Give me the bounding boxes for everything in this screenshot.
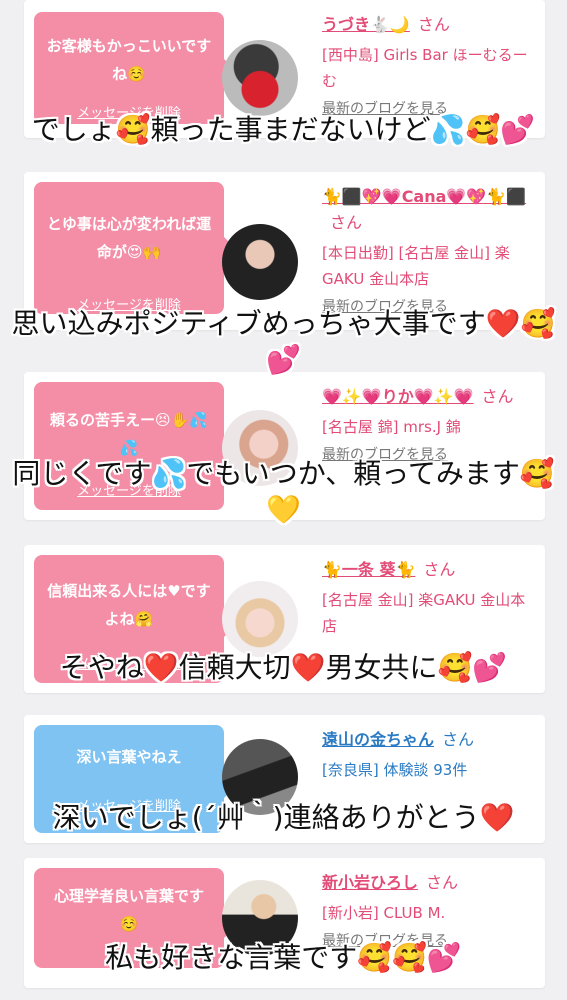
honorific: さん bbox=[417, 15, 450, 34]
message-text: 信頼出来る人には♥ですよね🤗 bbox=[47, 582, 211, 628]
user-info: うづき🐇🌙 さん [西中島] Girls Bar ほーむるーむ 最新のブログを見る bbox=[322, 12, 531, 118]
message-text: 頼るの苦手えー😣✋💦💦 bbox=[50, 411, 208, 457]
avatar[interactable] bbox=[222, 224, 298, 300]
honorific: さん bbox=[423, 560, 456, 579]
message-text: とゆ事は心が変われば運命が😍🙌 bbox=[46, 215, 212, 261]
message-bubble: とゆ事は心が変われば運命が😍🙌 メッセージを削除 bbox=[34, 182, 238, 314]
avatar[interactable] bbox=[222, 581, 298, 657]
shop-link[interactable]: [名古屋 錦] mrs.J 錦 bbox=[322, 414, 531, 440]
user-info: 🐈一条 葵🐈 さん [名古屋 金山] 楽GAKU 金山本店 bbox=[322, 557, 531, 639]
overlay-caption: でしょ🥰頼った事まだないけど💦🥰💕 bbox=[31, 113, 536, 146]
overlay-caption: 私も好きな言葉です🥰🥰💕 bbox=[105, 941, 462, 974]
overlay-caption: 同じくです💦でもいつか、頼ってみます🥰💛 bbox=[12, 457, 555, 526]
shop-link[interactable]: [名古屋 金山] 楽GAKU 金山本店 bbox=[322, 587, 531, 639]
shop-link[interactable]: [本日出勤] [名古屋 金山] 楽GAKU 金山本店 bbox=[322, 240, 531, 292]
overlay-caption: 思い込みポジティブめっちゃ大事です❤️🥰💕 bbox=[11, 307, 556, 376]
message-text: 深い言葉やねえ bbox=[76, 748, 182, 766]
message-text: お客様もかっこいいですね☺️ bbox=[46, 37, 212, 83]
overlay-caption: そやね❤️信頼大切❤️男女共に🥰💕 bbox=[59, 651, 508, 684]
shop-link[interactable]: [新小岩] CLUB M. bbox=[322, 900, 531, 926]
user-info: 遠山の金ちゃん さん [奈良県] 体験談 93件 bbox=[322, 727, 531, 783]
user-info: 💗✨💗りか💗✨💗 さん [名古屋 錦] mrs.J 錦 最新のブログを見る bbox=[322, 384, 531, 464]
user-name-link[interactable]: 遠山の金ちゃん bbox=[322, 730, 434, 749]
avatar[interactable] bbox=[222, 40, 298, 116]
honorific: さん bbox=[481, 387, 514, 406]
shop-link[interactable]: [西中島] Girls Bar ほーむるーむ bbox=[322, 42, 531, 94]
user-name-link[interactable]: 新小岩ひろし bbox=[322, 873, 418, 892]
user-name-link[interactable]: 🐈一条 葵🐈 bbox=[322, 560, 415, 579]
message-bubble: お客様もかっこいいですね☺️ メッセージを削除 bbox=[34, 12, 238, 124]
shop-link[interactable]: [奈良県] 体験談 93件 bbox=[322, 757, 531, 783]
user-name-link[interactable]: 🐈⬛💖💗Cana💗💖🐈⬛ bbox=[322, 187, 526, 206]
user-name-link[interactable]: うづき🐇🌙 bbox=[322, 15, 410, 34]
overlay-caption: 深いでしょ(´艸｀)連絡ありがとう❤️ bbox=[52, 801, 515, 834]
user-info: 🐈⬛💖💗Cana💗💖🐈⬛ さん [本日出勤] [名古屋 金山] 楽GAKU 金山本… bbox=[322, 184, 531, 316]
honorific: さん bbox=[330, 213, 363, 232]
honorific: さん bbox=[442, 730, 475, 749]
honorific: さん bbox=[426, 873, 459, 892]
user-name-link[interactable]: 💗✨💗りか💗✨💗 bbox=[322, 387, 474, 406]
user-info: 新小岩ひろし さん [新小岩] CLUB M. 最新のブログを見る bbox=[322, 870, 531, 950]
message-text: 心理学者良い言葉です☺️ bbox=[53, 887, 204, 933]
